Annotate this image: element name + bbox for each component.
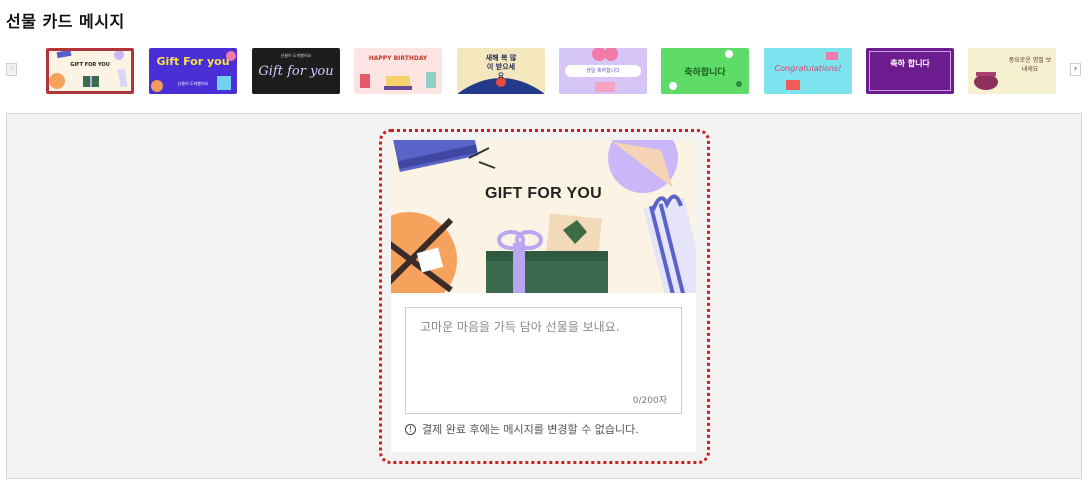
chevron-right-icon: › [1073, 64, 1078, 74]
thumbnail-label: 축하합니다 [684, 68, 726, 78]
chevron-left-icon: ‹ [9, 64, 14, 74]
message-textarea[interactable]: 고마운 마음을 가득 담아 선물을 보내요. 0/200자 [405, 307, 682, 414]
thumbnail-label: HAPPY BIRTHDAY [368, 55, 428, 62]
gift-boxes-illustration [391, 140, 696, 293]
thumbnail-sublabel: 선물이 도착했어요 [280, 53, 312, 58]
notice-text: 결제 완료 후에는 메시지를 변경할 수 없습니다. [422, 423, 639, 436]
carousel-next-button[interactable]: › [1070, 63, 1081, 76]
card-title: GIFT FOR YOU [484, 185, 603, 202]
card-thumbnail-gift-for-you-purple[interactable]: Gift For you 선물이 도착했어요 [149, 48, 237, 94]
card-thumbnail-birthday-lilac[interactable]: 생일 축하합니다 [559, 48, 647, 94]
thumbnail-label: 축하 합니다 [890, 59, 930, 68]
thumbnail-label: 생일 축하합니다 [586, 68, 620, 74]
carousel-prev-button[interactable]: ‹ [6, 63, 17, 76]
card-thumbnail-gift-for-you[interactable]: GIFT FOR YOU [46, 48, 134, 94]
thumbnail-label: 풍요로운 명절 보내세요 [1008, 57, 1052, 73]
section-title: 선물 카드 메시지 [6, 12, 125, 31]
thumbnail-label: Gift For you [156, 55, 230, 68]
thumbnail-label: Gift for you [258, 64, 334, 79]
card-thumbnail-happy-holidays[interactable]: 풍요로운 명절 보내세요 [968, 48, 1056, 94]
thumbnail-label: 새해 복 많이 받으세요 [485, 54, 517, 80]
card-illustration: GIFT FOR YOU [391, 140, 696, 293]
card-thumbnail-congrats-purple[interactable]: 축하 합니다 [866, 48, 954, 94]
thumbnail-sublabel: 선물이 도착했어요 [177, 81, 209, 86]
card-thumbnail-new-year[interactable]: 새해 복 많이 받으세요 [457, 48, 545, 94]
card-thumbnail-congratulations[interactable]: Congratulations! [764, 48, 852, 94]
card-thumbnail-congrats-green[interactable]: 축하합니다 [661, 48, 749, 94]
card-thumbnail-happy-birthday[interactable]: HAPPY BIRTHDAY [354, 48, 442, 94]
thumbnail-label: GIFT FOR YOU [70, 62, 110, 68]
notice-message: ! 결제 완료 후에는 메시지를 변경할 수 없습니다. [405, 421, 639, 437]
gift-illustration [49, 51, 128, 89]
card-thumbnail-gift-for-you-dark[interactable]: 선물이 도착했어요 Gift for you [252, 48, 340, 94]
gift-card-preview: GIFT FOR YOU 고마운 마음을 가득 담아 선물을 보내요. 0/20… [391, 140, 696, 452]
message-placeholder: 고마운 마음을 가득 담아 선물을 보내요. [420, 320, 620, 334]
thumbnail-label: Congratulations! [774, 64, 842, 73]
character-counter: 0/200자 [632, 396, 667, 406]
info-icon: ! [405, 423, 416, 435]
